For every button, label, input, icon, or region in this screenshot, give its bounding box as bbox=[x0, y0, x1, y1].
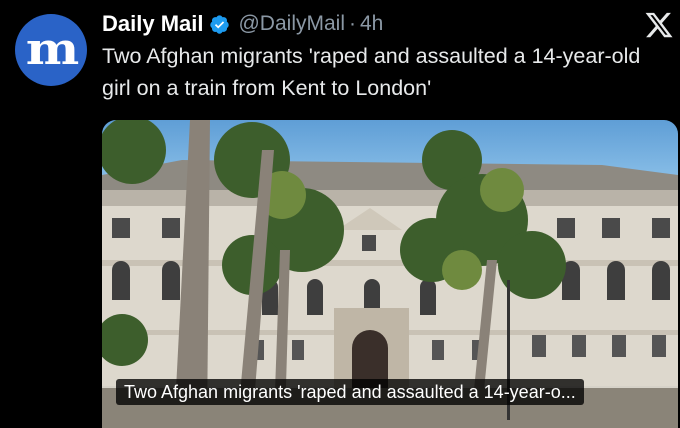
separator-dot: · bbox=[348, 12, 356, 35]
author-name[interactable]: Daily Mail bbox=[102, 11, 203, 37]
tweet-text: Two Afghan migrants 'raped and assaulted… bbox=[102, 44, 641, 100]
media-caption: Two Afghan migrants 'raped and assaulted… bbox=[116, 379, 584, 405]
tweet-time[interactable]: 4h bbox=[360, 12, 383, 36]
author-handle[interactable]: @DailyMail bbox=[238, 12, 345, 36]
tweet-media-image[interactable]: Two Afghan migrants 'raped and assaulted… bbox=[102, 120, 678, 428]
avatar[interactable]: m bbox=[15, 14, 87, 86]
tweet-header: Daily Mail @DailyMail · 4h bbox=[102, 10, 383, 38]
verified-badge-icon bbox=[210, 14, 230, 34]
x-logo-icon[interactable] bbox=[644, 10, 674, 40]
avatar-letter: m bbox=[25, 24, 80, 75]
